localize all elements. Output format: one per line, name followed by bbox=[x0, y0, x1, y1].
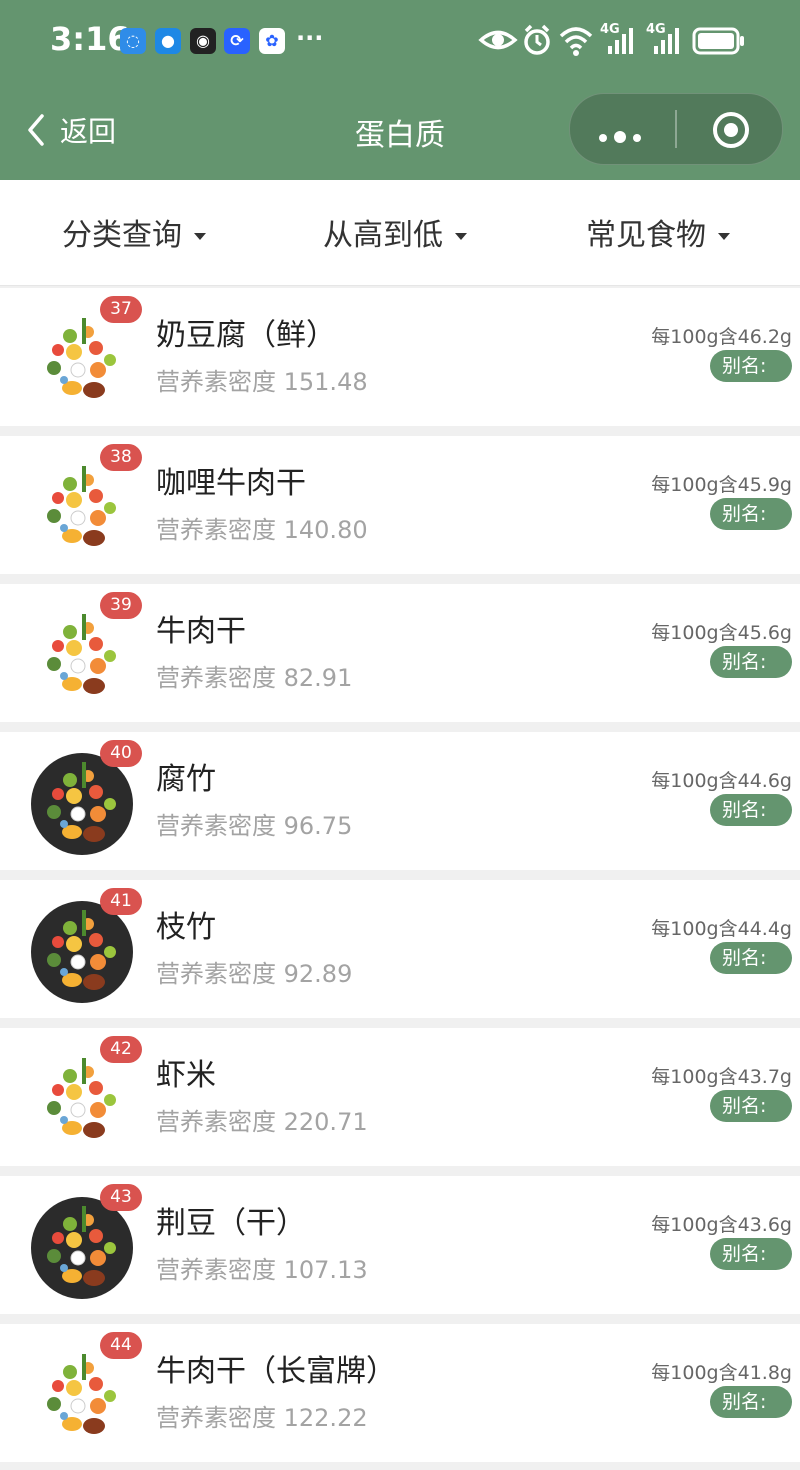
status-bar: 3:16 ◌ ● ◉ ⟳ ✿ ··· 4G 4G bbox=[0, 0, 800, 80]
alias-tag: 别名: bbox=[710, 794, 792, 826]
list-item[interactable]: 44 牛肉干（长富牌） 营养素密度 122.22 每100g含41.8g 别名: bbox=[0, 1324, 800, 1462]
food-thumbnail-icon bbox=[31, 753, 133, 855]
eye-icon bbox=[478, 30, 518, 50]
protein-amount: 每100g含46.2g bbox=[651, 326, 792, 348]
list-item[interactable]: 43 荆豆（干） 营养素密度 107.13 每100g含43.6g 别名: bbox=[0, 1176, 800, 1314]
food-name: 枝竹 bbox=[156, 910, 216, 945]
protein-amount: 每100g含45.6g bbox=[651, 622, 792, 644]
protein-amount: 每100g含41.8g bbox=[651, 1362, 792, 1384]
food-list: 37 奶豆腐（鲜） 营养素密度 151.48 每100g含46.2g 别名: 3… bbox=[0, 286, 800, 1470]
close-miniprogram-icon[interactable] bbox=[711, 110, 751, 150]
chat-bubble-icon: ● bbox=[155, 28, 181, 54]
signal-icon-1 bbox=[608, 28, 633, 54]
miniprogram-capsule bbox=[569, 93, 783, 165]
nutrient-density: 营养素密度 96.75 bbox=[156, 812, 353, 840]
signal-icon-2 bbox=[654, 28, 679, 54]
food-thumbnail-icon bbox=[31, 1197, 133, 1299]
list-item[interactable]: 41 枝竹 营养素密度 92.89 每100g含44.4g 别名: bbox=[0, 880, 800, 1018]
caret-down-icon bbox=[718, 232, 730, 240]
caret-down-icon bbox=[194, 232, 206, 240]
protein-amount: 每100g含43.6g bbox=[651, 1214, 792, 1236]
sync-icon: ⟳ bbox=[224, 28, 250, 54]
nutrient-density: 营养素密度 82.91 bbox=[156, 664, 353, 692]
list-item[interactable]: 38 咖哩牛肉干 营养素密度 140.80 每100g含45.9g 别名: bbox=[0, 436, 800, 574]
protein-amount: 每100g含43.7g bbox=[651, 1066, 792, 1088]
food-name: 咖哩牛肉干 bbox=[156, 466, 306, 501]
protein-amount: 每100g含44.6g bbox=[651, 770, 792, 792]
nutrient-density: 营养素密度 140.80 bbox=[156, 516, 368, 544]
common-food-filter[interactable]: 常见食物 bbox=[586, 210, 730, 254]
food-name: 腐竹 bbox=[156, 762, 216, 797]
filter-bar: 分类查询 从高到低 常见食物 bbox=[0, 180, 800, 286]
food-name: 奶豆腐（鲜） bbox=[156, 318, 336, 353]
rank-badge: 39 bbox=[100, 592, 142, 619]
battery-icon bbox=[692, 27, 744, 55]
alarm-icon bbox=[524, 24, 550, 55]
capsule-divider bbox=[675, 110, 677, 148]
clock: 3:16 bbox=[50, 20, 130, 58]
food-thumbnail-icon bbox=[47, 1058, 116, 1138]
alias-tag: 别名: bbox=[710, 498, 792, 530]
rank-badge: 41 bbox=[100, 888, 142, 915]
nutrient-density: 营养素密度 151.48 bbox=[156, 368, 368, 396]
list-item[interactable]: 39 牛肉干 营养素密度 82.91 每100g含45.6g 别名: bbox=[0, 584, 800, 722]
header: 3:16 ◌ ● ◉ ⟳ ✿ ··· 4G 4G 返回 蛋白质 bbox=[0, 0, 800, 180]
category-filter-label: 分类查询 bbox=[62, 218, 182, 253]
list-item[interactable]: 37 奶豆腐（鲜） 营养素密度 151.48 每100g含46.2g 别名: bbox=[0, 288, 800, 426]
nutrient-density: 营养素密度 122.22 bbox=[156, 1404, 368, 1432]
nutrient-density: 营养素密度 92.89 bbox=[156, 960, 353, 988]
rank-badge: 38 bbox=[100, 444, 142, 471]
rank-badge: 44 bbox=[100, 1332, 142, 1359]
alias-tag: 别名: bbox=[710, 350, 792, 382]
alias-tag: 别名: bbox=[710, 1238, 792, 1270]
common-food-filter-label: 常见食物 bbox=[586, 218, 706, 253]
food-name: 牛肉干（长富牌） bbox=[156, 1354, 396, 1389]
food-thumbnail-icon bbox=[47, 614, 116, 694]
nutrient-density: 营养素密度 107.13 bbox=[156, 1256, 368, 1284]
food-thumbnail-icon bbox=[47, 318, 116, 398]
caret-down-icon bbox=[455, 232, 467, 240]
alias-tag: 别名: bbox=[710, 1090, 792, 1122]
alias-tag: 别名: bbox=[710, 942, 792, 974]
qq-penguin-icon: ◉ bbox=[190, 28, 216, 54]
list-item[interactable]: 40 腐竹 营养素密度 96.75 每100g含44.6g 别名: bbox=[0, 732, 800, 870]
food-thumbnail-icon bbox=[31, 901, 133, 1003]
alias-tag: 别名: bbox=[710, 646, 792, 678]
alias-tag: 别名: bbox=[710, 1386, 792, 1418]
nutrient-density: 营养素密度 220.71 bbox=[156, 1108, 368, 1136]
category-filter[interactable]: 分类查询 bbox=[62, 210, 206, 254]
baidu-paw-icon: ✿ bbox=[259, 28, 285, 54]
sort-filter-label: 从高到低 bbox=[323, 218, 443, 253]
rank-badge: 37 bbox=[100, 296, 142, 323]
more-notifications-icon: ··· bbox=[296, 24, 324, 52]
rank-badge: 43 bbox=[100, 1184, 142, 1211]
rank-badge: 42 bbox=[100, 1036, 142, 1063]
food-name: 牛肉干 bbox=[156, 614, 246, 649]
wifi-icon bbox=[559, 27, 593, 56]
food-name: 虾米 bbox=[156, 1058, 216, 1093]
food-thumbnail-icon bbox=[47, 1354, 116, 1434]
more-options-button[interactable] bbox=[599, 127, 648, 146]
navigation-bar: 返回 蛋白质 bbox=[0, 80, 800, 180]
protein-amount: 每100g含44.4g bbox=[651, 918, 792, 940]
rank-badge: 40 bbox=[100, 740, 142, 767]
food-name: 荆豆（干） bbox=[156, 1206, 306, 1241]
food-thumbnail-icon bbox=[47, 466, 116, 546]
messages-icon: ◌ bbox=[120, 28, 146, 54]
protein-amount: 每100g含45.9g bbox=[651, 474, 792, 496]
sort-filter[interactable]: 从高到低 bbox=[323, 210, 467, 254]
list-item[interactable]: 42 虾米 营养素密度 220.71 每100g含43.7g 别名: bbox=[0, 1028, 800, 1166]
